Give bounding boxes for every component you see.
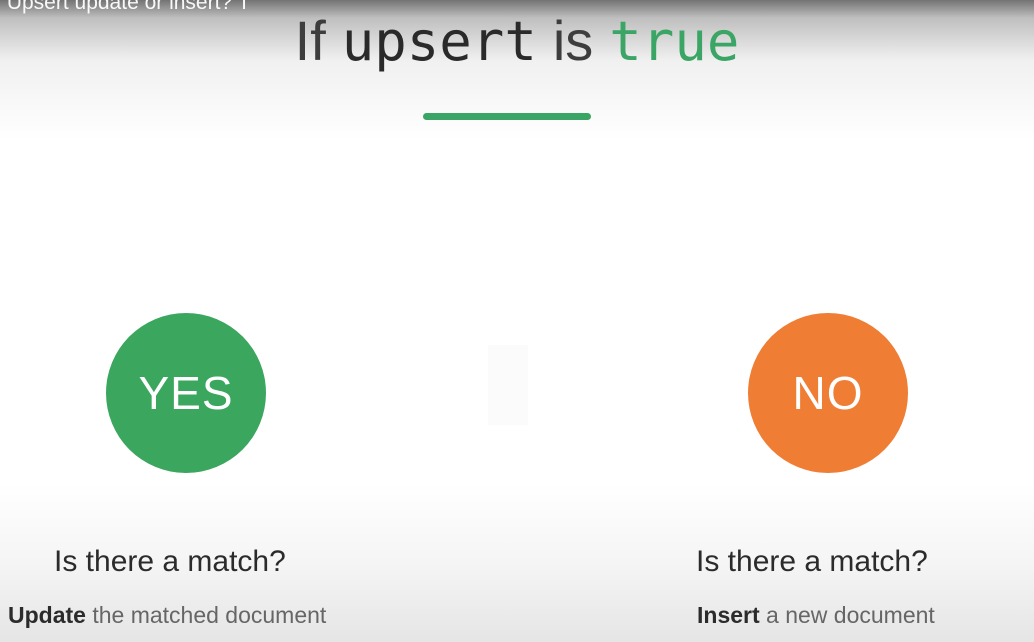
yes-answer-action: Update: [8, 602, 86, 628]
no-answer-rest: a new document: [759, 602, 935, 628]
center-divider: [488, 345, 528, 425]
yes-circle: YES: [106, 313, 266, 473]
title-middle: is: [552, 9, 594, 72]
slide-title: If upsert is true: [0, 8, 1034, 73]
title-underline: [423, 113, 591, 120]
title-prefix: If: [294, 9, 326, 72]
yes-answer-rest: the matched document: [85, 602, 327, 628]
no-answer-action: Insert: [697, 602, 760, 628]
yes-label: YES: [138, 367, 234, 419]
no-answer: Insert a new document: [697, 602, 935, 629]
title-keyword: upsert: [341, 10, 537, 73]
no-question: Is there a match?: [696, 545, 928, 578]
no-label: NO: [792, 367, 864, 419]
yes-answer: Update the matched document: [8, 602, 326, 629]
no-circle: NO: [748, 313, 908, 473]
title-value: true: [609, 10, 740, 73]
yes-question: Is there a match?: [54, 545, 286, 578]
